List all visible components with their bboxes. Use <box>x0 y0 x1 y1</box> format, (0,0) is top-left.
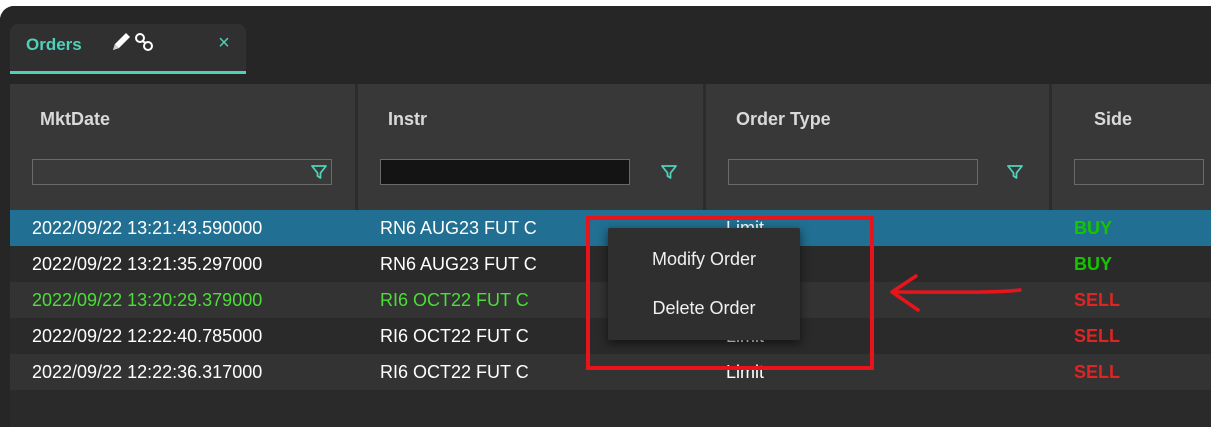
cell-side: SELL <box>1074 290 1121 310</box>
orders-panel: Orders × MktDate Instr Order Type Side 2… <box>0 6 1211 427</box>
delete-order-menu-item[interactable]: Delete Order <box>608 290 800 326</box>
column-title-side: Side <box>1094 109 1133 129</box>
cell-mktdate: 2022/09/22 13:20:29.379000 <box>32 290 263 310</box>
close-icon[interactable]: × <box>214 33 234 53</box>
filter-icon[interactable] <box>660 163 678 181</box>
tab-title: Orders <box>26 35 82 54</box>
context-menu: Modify Order Delete Order <box>608 228 800 340</box>
cell-side: BUY <box>1074 218 1113 238</box>
filter-input-mktdate[interactable] <box>32 159 332 185</box>
filter-input-order-type[interactable] <box>728 159 978 185</box>
cell-mktdate: 2022/09/22 12:22:36.317000 <box>32 362 263 382</box>
cell-instr: RI6 OCT22 FUT C <box>380 290 529 310</box>
cell-mktdate: 2022/09/22 12:22:40.785000 <box>32 326 263 346</box>
cell-instr: RI6 OCT22 FUT C <box>380 326 529 346</box>
link-icon[interactable] <box>135 33 153 51</box>
grid-header: MktDate Instr Order Type Side <box>10 84 1211 210</box>
cell-mktdate: 2022/09/22 13:21:43.590000 <box>32 218 263 238</box>
cell-instr: RI6 OCT22 FUT C <box>380 362 529 382</box>
modify-order-menu-item[interactable]: Modify Order <box>608 241 800 277</box>
cell-side: BUY <box>1074 254 1113 274</box>
tab-active-indicator <box>10 71 246 74</box>
column-mktdate[interactable]: MktDate <box>10 84 358 210</box>
column-title-mktdate: MktDate <box>40 109 111 129</box>
tab-orders[interactable]: Orders × <box>10 24 246 74</box>
cell-instr: RN6 AUG23 FUT C <box>380 218 537 238</box>
tab-bar: Orders × <box>0 6 1211 74</box>
pencil-icon[interactable] <box>113 33 130 50</box>
column-side[interactable]: Side <box>1052 84 1211 210</box>
column-title-order-type: Order Type <box>736 109 831 129</box>
column-instr[interactable]: Instr <box>358 84 706 210</box>
cell-mktdate: 2022/09/22 13:21:35.297000 <box>32 254 263 274</box>
filter-icon[interactable] <box>310 163 328 181</box>
filter-input-side[interactable] <box>1074 159 1204 185</box>
column-title-instr: Instr <box>388 109 428 129</box>
cell-instr: RN6 AUG23 FUT C <box>380 254 537 274</box>
cell-order-type: Limit <box>726 362 765 382</box>
filter-icon[interactable] <box>1006 163 1024 181</box>
cell-side: SELL <box>1074 326 1121 346</box>
table-row[interactable]: 2022/09/22 12:22:36.317000 RI6 OCT22 FUT… <box>10 354 1211 390</box>
cell-side: SELL <box>1074 362 1121 382</box>
column-order-type[interactable]: Order Type <box>706 84 1052 210</box>
filter-input-instr[interactable] <box>380 159 630 185</box>
tab-tools <box>113 33 153 51</box>
